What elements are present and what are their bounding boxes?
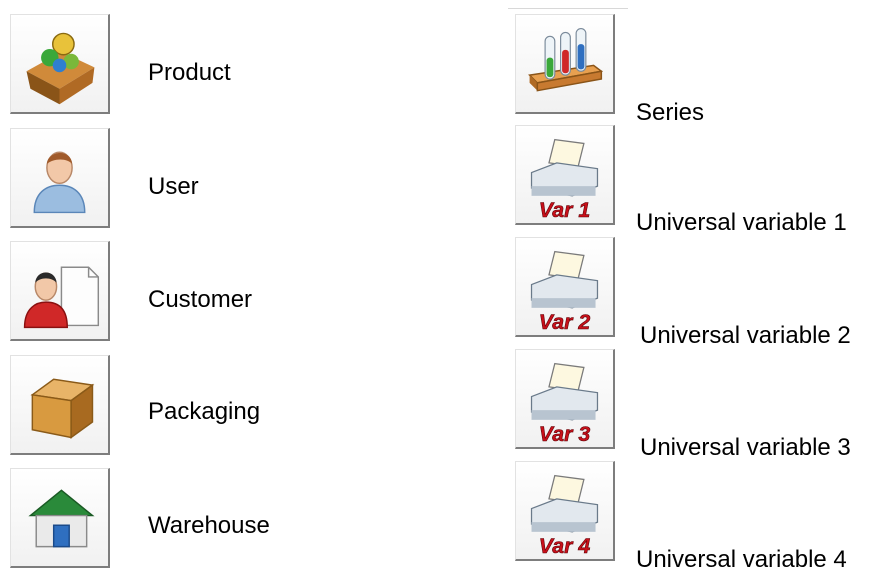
universal-variable-4-button[interactable]: Var 4 <box>515 461 615 561</box>
product-button[interactable] <box>10 14 110 114</box>
user-label: User <box>148 173 199 200</box>
warehouse-button[interactable] <box>10 468 110 568</box>
printer-icon: Var 2 <box>530 250 599 334</box>
universal-variable-1-button[interactable]: Var 1 <box>515 125 615 225</box>
var-badge: Var 4 <box>539 534 591 558</box>
packaging-button[interactable] <box>10 355 110 455</box>
user-button[interactable] <box>10 128 110 228</box>
var-badge: Var 3 <box>539 422 591 446</box>
series-label: Series <box>636 99 705 126</box>
universal-variable-3-label: Universal variable 3 <box>640 434 851 461</box>
customer-icon <box>23 266 100 329</box>
warehouse-label: Warehouse <box>148 512 270 539</box>
universal-variable-4-label: Universal variable 4 <box>636 546 847 573</box>
universal-variable-1-label: Universal variable 1 <box>636 209 847 236</box>
universal-variable-2-label: Universal variable 2 <box>640 322 851 349</box>
universal-variable-2-button[interactable]: Var 2 <box>515 237 615 337</box>
printer-icon: Var 1 <box>530 138 599 222</box>
packaging-label: Packaging <box>148 398 261 425</box>
customer-label: Customer <box>148 286 253 313</box>
test-tubes-icon <box>528 27 604 92</box>
user-icon <box>33 151 86 214</box>
warehouse-icon <box>28 489 95 548</box>
series-button[interactable] <box>515 14 615 114</box>
customer-button[interactable] <box>10 241 110 341</box>
product-label: Product <box>148 59 231 86</box>
product-box-icon <box>26 32 95 105</box>
var-badge: Var 2 <box>539 310 591 334</box>
printer-icon: Var 3 <box>530 362 599 446</box>
printer-icon: Var 4 <box>530 474 599 558</box>
divider-line <box>508 8 628 9</box>
var-badge: Var 1 <box>539 198 590 222</box>
universal-variable-3-button[interactable]: Var 3 <box>515 349 615 449</box>
packaging-box-icon <box>30 378 95 439</box>
